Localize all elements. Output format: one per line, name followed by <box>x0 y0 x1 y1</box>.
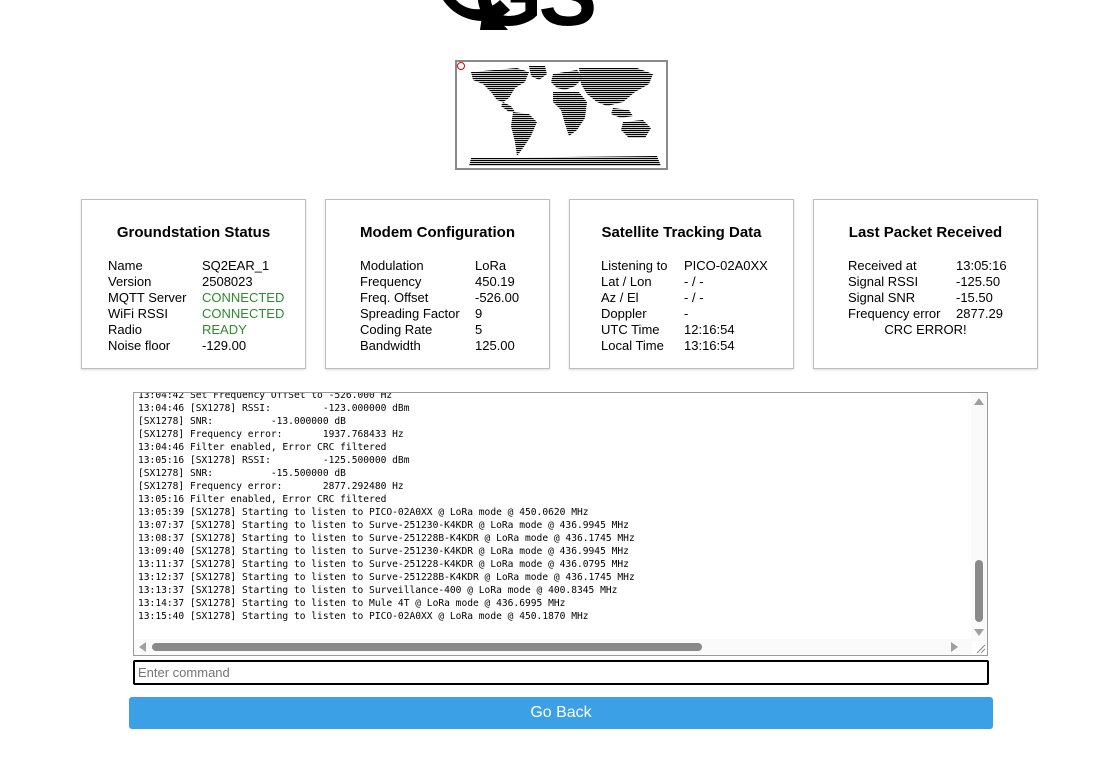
label-modulation: Modulation <box>360 258 424 273</box>
logo: GS <box>430 0 690 34</box>
value-radio: READY <box>202 322 247 337</box>
label-wifi-rssi: WiFi RSSI <box>108 306 168 321</box>
value-received-at: 13:05:16 <box>956 258 1007 273</box>
value-spreading-factor: 9 <box>475 306 483 321</box>
log-line: 13:12:37 [SX1278] Starting to listen to … <box>138 572 635 583</box>
value-coding-rate: 5 <box>475 322 483 337</box>
value-wifi-rssi: CONNECTED <box>202 306 285 321</box>
value-az-el: - / - <box>684 290 704 305</box>
value-mqtt-server: CONNECTED <box>202 290 285 305</box>
label-radio: Radio <box>108 322 142 337</box>
vertical-scroll-thumb[interactable] <box>975 560 983 622</box>
value-local-time: 13:16:54 <box>684 338 735 353</box>
card-modem-configuration: Modem Configuration Modulation LoRa Frequ… <box>325 199 550 369</box>
log-line: [SX1278] Frequency error: 1937.768433 Hz <box>138 429 404 440</box>
logo-text: GS <box>474 0 597 34</box>
world-map <box>455 60 668 170</box>
value-version: 2508023 <box>202 274 253 289</box>
value-frequency: 450.19 <box>475 274 515 289</box>
label-freq-offset: Freq. Offset <box>360 290 429 305</box>
crc-status: CRC ERROR! <box>884 322 967 337</box>
world-map-graphic <box>469 66 661 166</box>
card-title: Groundstation Status <box>116 224 271 241</box>
log-line: 13:09:40 [SX1278] Starting to listen to … <box>138 546 629 557</box>
log-line: 13:13:37 [SX1278] Starting to listen to … <box>138 585 618 596</box>
horizontal-scrollbar[interactable] <box>134 639 972 655</box>
vertical-scrollbar[interactable] <box>971 393 987 641</box>
card-title: Last Packet Received <box>848 224 1003 241</box>
label-mqtt-server: MQTT Server <box>108 290 187 305</box>
card-title: Modem Configuration <box>360 224 515 241</box>
label-listening-to: Listening to <box>601 258 668 273</box>
log-line: 13:07:37 [SX1278] Starting to listen to … <box>138 520 629 531</box>
log-line: 13:04:42 Set Frequency OffSet to -526.00… <box>138 392 393 401</box>
label-received-at: Received at <box>848 258 917 273</box>
label-bandwidth: Bandwidth <box>360 338 421 353</box>
log-line: 13:05:16 Filter enabled, Error CRC filte… <box>138 494 387 505</box>
label-spreading-factor: Spreading Factor <box>360 306 460 321</box>
value-signal-snr: -15.50 <box>956 290 993 305</box>
log-line: 13:05:16 [SX1278] RSSI: -125.500000 dBm <box>138 455 410 466</box>
label-version: Version <box>108 274 152 289</box>
log-output[interactable]: 13:04:42 Set Frequency OffSet to -526.00… <box>133 392 988 656</box>
card-groundstation-status: Groundstation Status Name SQ2EAR_1 Versio… <box>81 199 306 369</box>
value-signal-rssi: -125.50 <box>956 274 1001 289</box>
log-line: [SX1278] SNR: -15.500000 dB <box>138 468 346 479</box>
value-lat-lon: - / - <box>684 274 704 289</box>
label-utc-time: UTC Time <box>601 322 660 337</box>
log-line: [SX1278] Frequency error: 2877.292480 Hz <box>138 481 404 492</box>
log-line: 13:04:46 Filter enabled, Error CRC filte… <box>138 442 387 453</box>
label-name: Name <box>108 258 143 273</box>
label-doppler: Doppler <box>601 306 647 321</box>
label-az-el: Az / El <box>601 290 639 305</box>
log-line: 13:11:37 [SX1278] Starting to listen to … <box>138 559 629 570</box>
map-marker-icon <box>457 62 465 70</box>
label-frequency-error: Frequency error <box>848 306 941 321</box>
label-coding-rate: Coding Rate <box>360 322 433 337</box>
value-freq-offset: -526.00 <box>475 290 520 305</box>
scroll-down-icon[interactable] <box>974 629 984 636</box>
value-modulation: LoRa <box>475 258 507 273</box>
value-noise-floor: -129.00 <box>202 338 247 353</box>
horizontal-scroll-thumb[interactable] <box>152 643 702 651</box>
label-local-time: Local Time <box>601 338 664 353</box>
log-line: 13:15:40 [SX1278] Starting to listen to … <box>138 611 589 622</box>
scroll-left-icon[interactable] <box>139 642 146 652</box>
log-line: 13:14:37 [SX1278] Starting to listen to … <box>138 598 566 609</box>
card-satellite-tracking: Satellite Tracking Data Listening to PICO… <box>569 199 794 369</box>
value-name: SQ2EAR_1 <box>202 258 270 273</box>
label-frequency: Frequency <box>360 274 422 289</box>
card-last-packet: Last Packet Received Received at 13:05:16… <box>813 199 1038 369</box>
value-utc-time: 12:16:54 <box>684 322 735 337</box>
label-signal-snr: Signal SNR <box>848 290 916 305</box>
value-doppler: - <box>684 306 689 321</box>
value-frequency-error: 2877.29 <box>956 306 1003 321</box>
log-line: 13:08:37 [SX1278] Starting to listen to … <box>138 533 635 544</box>
value-bandwidth: 125.00 <box>475 338 515 353</box>
command-input[interactable] <box>133 660 989 685</box>
log-line: 13:04:46 [SX1278] RSSI: -123.000000 dBm <box>138 403 410 414</box>
log-line: [SX1278] SNR: -13.000000 dB <box>138 416 346 427</box>
label-noise-floor: Noise floor <box>108 338 171 353</box>
log-line: 13:05:39 [SX1278] Starting to listen to … <box>138 507 589 518</box>
resize-handle-icon[interactable] <box>974 642 986 654</box>
go-back-button[interactable]: Go Back <box>129 697 993 729</box>
label-signal-rssi: Signal RSSI <box>848 274 919 289</box>
scroll-right-icon[interactable] <box>951 642 958 652</box>
value-listening-to: PICO-02A0XX <box>684 258 768 273</box>
label-lat-lon: Lat / Lon <box>601 274 652 289</box>
scroll-up-icon[interactable] <box>974 398 984 405</box>
log-text: 13:04:42 Set Frequency OffSet to -526.00… <box>138 392 635 623</box>
card-title: Satellite Tracking Data <box>601 224 762 241</box>
